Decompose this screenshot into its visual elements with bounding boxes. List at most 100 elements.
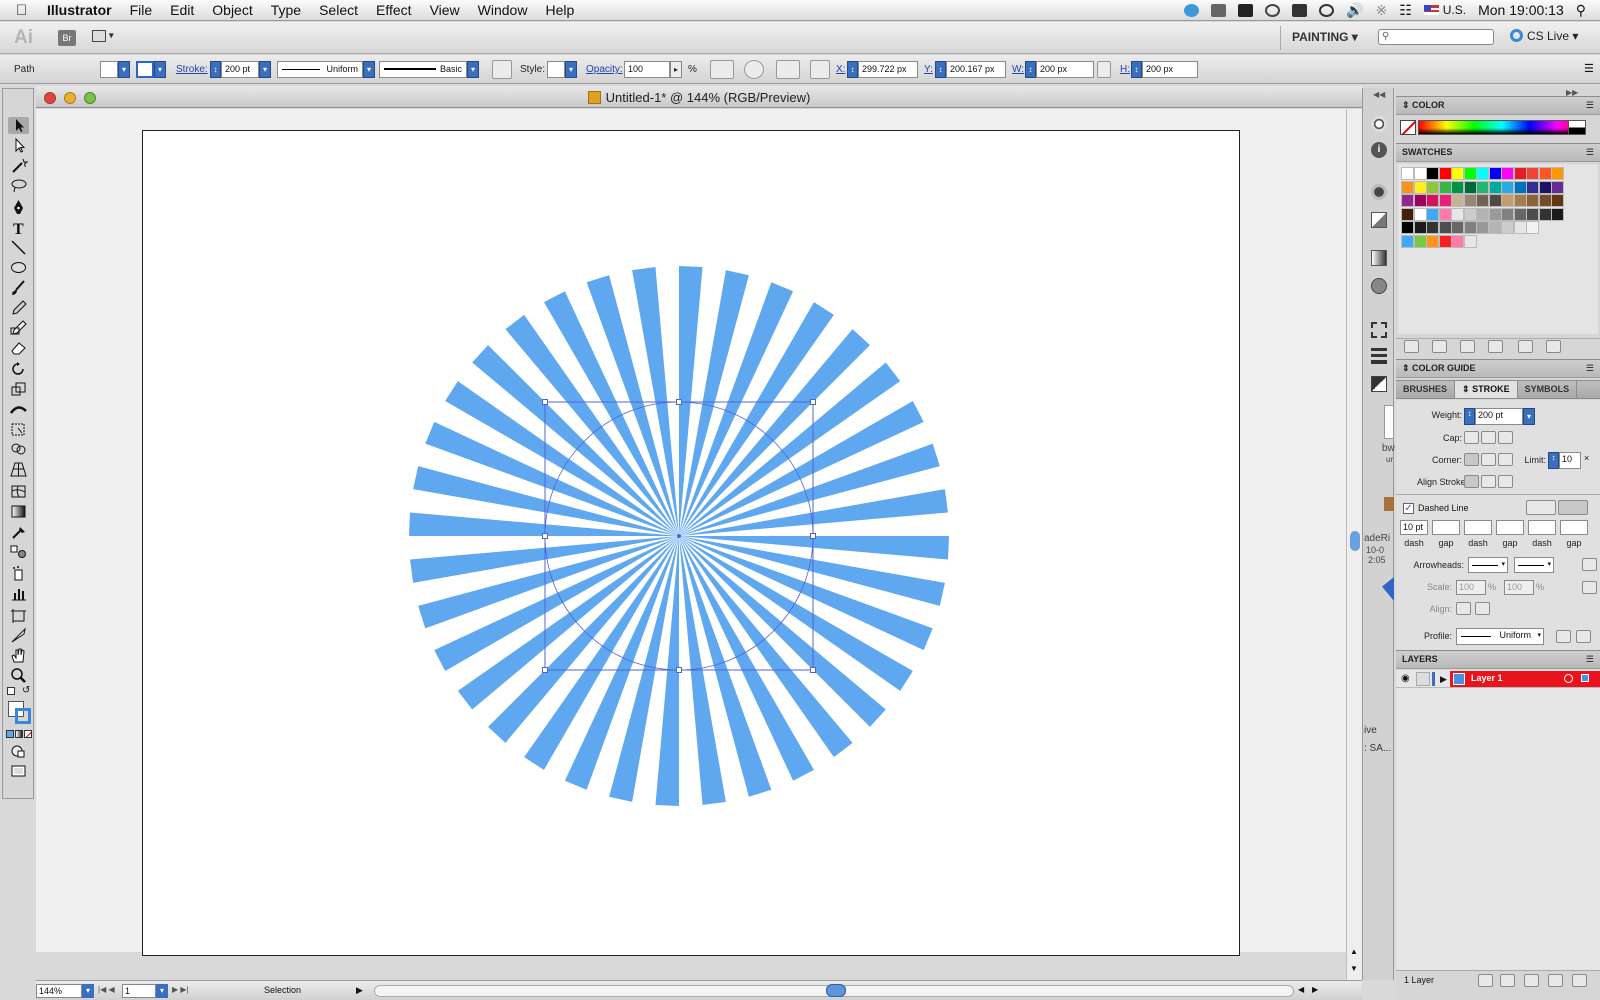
color-swatch[interactable] xyxy=(1551,167,1564,180)
w-stepper[interactable]: ↕ xyxy=(1025,61,1036,78)
color-swatch[interactable] xyxy=(1513,194,1527,207)
menu-edit[interactable]: Edit xyxy=(161,2,203,18)
limit-field[interactable]: 10 xyxy=(1559,452,1581,469)
zoom-level-field[interactable]: 144% xyxy=(36,984,82,998)
scroll-right-arrow-icon[interactable]: ▶ xyxy=(1312,985,1318,994)
workspace-switcher[interactable]: PAINTING ▾ xyxy=(1292,30,1358,44)
color-guide-panel-header[interactable]: ⇕ COLOR GUIDE ☰ xyxy=(1396,359,1600,378)
h-field[interactable]: 200 px xyxy=(1142,61,1198,78)
stroke-weight-field[interactable]: 200 pt xyxy=(221,61,259,78)
color-swatch[interactable] xyxy=(1426,194,1439,207)
shortcut-icon[interactable] xyxy=(1238,3,1254,17)
color-swatch[interactable] xyxy=(1413,221,1427,234)
menu-effect[interactable]: Effect xyxy=(367,2,421,18)
color-swatch[interactable] xyxy=(1476,207,1489,221)
color-swatch[interactable] xyxy=(1401,180,1414,194)
color-swatch[interactable] xyxy=(1463,194,1477,207)
color-swatch[interactable] xyxy=(1476,167,1489,180)
weight-stepper[interactable]: ↕ xyxy=(1464,408,1475,425)
starburst-ray[interactable] xyxy=(679,266,703,536)
color-swatch[interactable] xyxy=(1451,167,1464,180)
layer-expand-triangle-icon[interactable]: ▶ xyxy=(1440,674,1447,685)
layer-name[interactable]: Layer 1 xyxy=(1471,673,1503,683)
menu-view[interactable]: View xyxy=(421,2,469,18)
arrow-tip-at-end-button[interactable] xyxy=(1475,602,1490,615)
color-swatch[interactable] xyxy=(1426,221,1439,234)
color-swatch[interactable] xyxy=(1438,221,1452,234)
control-panel-menu-icon[interactable]: ☰ xyxy=(1584,62,1594,75)
delete-swatch-icon[interactable] xyxy=(1546,340,1561,353)
artboard-number-field[interactable]: 1 xyxy=(122,984,156,998)
color-swatch[interactable] xyxy=(1538,194,1552,207)
magic-wand-tool-icon[interactable] xyxy=(8,157,29,174)
dash-gap-field[interactable] xyxy=(1560,520,1588,535)
new-swatch-icon[interactable] xyxy=(1518,340,1533,353)
type-tool-icon[interactable]: T xyxy=(8,219,29,238)
screen-mode-icon[interactable] xyxy=(8,763,29,780)
symbols-panel-icon[interactable] xyxy=(1371,212,1387,228)
color-swatch[interactable] xyxy=(1451,221,1464,234)
profile-select[interactable]: Uniform ▾ xyxy=(1456,628,1544,645)
tab-brushes[interactable]: BRUSHES xyxy=(1396,381,1456,398)
bounding-box-handle[interactable] xyxy=(810,399,816,405)
swap-arrowheads-icon[interactable] xyxy=(1582,558,1597,571)
bounding-box-handle[interactable] xyxy=(676,399,682,405)
color-swatch[interactable] xyxy=(1538,180,1552,194)
vertical-scrollbar[interactable]: ▲ ▼ xyxy=(1346,109,1362,983)
gradient-mode-icon[interactable] xyxy=(15,730,23,738)
color-swatch[interactable] xyxy=(1426,180,1439,194)
color-swatch[interactable] xyxy=(1476,194,1489,207)
fill-color-swatch[interactable] xyxy=(100,61,118,78)
zoom-tool-icon[interactable] xyxy=(8,667,29,684)
scale-tool-icon[interactable] xyxy=(8,381,29,398)
menu-app-name[interactable]: Illustrator xyxy=(38,2,121,18)
color-swatch[interactable] xyxy=(1488,194,1502,207)
stroke-color-dropdown[interactable]: ▾ xyxy=(154,61,166,78)
blob-brush-tool-icon[interactable] xyxy=(8,319,29,336)
color-swatch[interactable] xyxy=(1463,221,1477,234)
expand-dock-icon[interactable]: ◀◀ xyxy=(1373,90,1385,99)
color-swatch[interactable] xyxy=(1538,207,1552,221)
layer-target-icon[interactable] xyxy=(1564,674,1573,683)
color-swatch[interactable] xyxy=(1438,207,1452,221)
x-stepper[interactable]: ↕ xyxy=(847,61,858,78)
column-graph-tool-icon[interactable] xyxy=(8,585,29,602)
preserve-dash-button[interactable] xyxy=(1526,500,1556,515)
time-machine-icon[interactable] xyxy=(1319,3,1335,17)
color-swatch[interactable] xyxy=(1438,194,1452,207)
artboard-dropdown[interactable]: ▾ xyxy=(156,984,168,998)
apple-menu-icon[interactable]:  xyxy=(16,2,38,19)
bridge-button[interactable]: Br xyxy=(58,30,76,46)
color-swatch[interactable] xyxy=(1501,221,1514,234)
align-center-button[interactable] xyxy=(1464,475,1479,488)
y-stepper[interactable]: ↕ xyxy=(935,61,946,78)
color-swatch[interactable] xyxy=(1551,180,1564,194)
swatches-panel-menu-icon[interactable]: ☰ xyxy=(1586,144,1594,161)
limit-stepper[interactable]: ↕ xyxy=(1548,452,1559,469)
black-white-swatch[interactable] xyxy=(1568,120,1586,135)
rotate-tool-icon[interactable] xyxy=(8,361,29,378)
tab-symbols[interactable]: SYMBOLS xyxy=(1518,381,1578,398)
dashed-line-checkbox[interactable]: ✓ xyxy=(1403,503,1414,514)
arrange-documents-button[interactable]: ▾ xyxy=(92,30,124,46)
layer-selected-art-indicator[interactable] xyxy=(1581,674,1589,682)
color-mode-icon[interactable] xyxy=(6,730,14,738)
bounding-box-handle[interactable] xyxy=(810,667,816,673)
input-source-label[interactable]: U.S. xyxy=(1443,3,1466,17)
hand-tool-icon[interactable] xyxy=(8,647,29,664)
color-swatch[interactable] xyxy=(1513,221,1527,234)
x-label[interactable]: X: xyxy=(836,64,845,75)
flip-along-icon[interactable] xyxy=(1556,630,1571,643)
color-swatch[interactable] xyxy=(1488,221,1502,234)
horizontal-scroll-thumb[interactable] xyxy=(826,984,846,997)
color-swatch[interactable] xyxy=(1438,234,1452,248)
color-swatch[interactable] xyxy=(1463,167,1477,180)
paintbrush-tool-icon[interactable] xyxy=(8,279,29,296)
appearance-panel-icon[interactable] xyxy=(1371,116,1387,132)
pathfinder-panel-icon[interactable] xyxy=(1371,376,1387,392)
color-swatch[interactable] xyxy=(1426,207,1439,221)
color-swatch[interactable] xyxy=(1413,180,1427,194)
width-tool-icon[interactable] xyxy=(8,401,29,418)
stroke-weight-dropdown[interactable]: ▾ xyxy=(259,61,271,78)
input-source-flag-icon[interactable] xyxy=(1423,5,1439,15)
